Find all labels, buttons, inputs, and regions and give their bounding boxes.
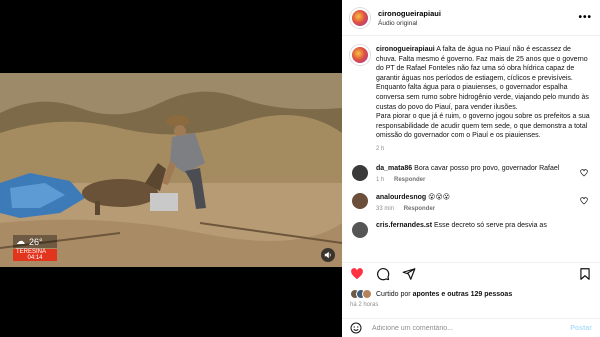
posted-time: há 2 horas bbox=[350, 302, 379, 308]
instagram-post-modal: ☁ 26° TERESINA 04:14 cironogueirapiaui Á… bbox=[0, 0, 600, 337]
add-comment-bar: Postar bbox=[342, 318, 600, 337]
comment-input[interactable] bbox=[372, 324, 571, 332]
like-comment-heart-icon[interactable] bbox=[580, 196, 588, 205]
comment-username[interactable]: analourdesnog bbox=[376, 194, 426, 201]
save-bookmark-icon[interactable] bbox=[578, 267, 592, 281]
liker-username[interactable]: apontes bbox=[413, 291, 440, 298]
commenter-avatar[interactable] bbox=[352, 192, 368, 209]
comment-item: cris.fernandes.st Esse decreto só serve … bbox=[350, 221, 592, 238]
liked-heart-icon[interactable] bbox=[350, 267, 364, 281]
post-comment-button[interactable]: Postar bbox=[570, 325, 592, 332]
caption-time: 2 h bbox=[376, 145, 385, 152]
caption-avatar[interactable] bbox=[350, 45, 370, 65]
comment-time: 1 h bbox=[376, 176, 385, 183]
caption-paragraph-3: Para piorar o que já é ruim, o governo j… bbox=[376, 113, 590, 140]
reply-button[interactable]: Responder bbox=[394, 177, 425, 183]
comments-scroll-area[interactable]: cironogueirapiaui A falta de água no Pia… bbox=[342, 37, 600, 256]
commenter-avatar[interactable] bbox=[352, 164, 368, 181]
post-header: cironogueirapiaui Áudio original ••• bbox=[342, 0, 600, 36]
speaker-icon bbox=[324, 251, 331, 259]
others-likes-link[interactable]: e outras 129 pessoas bbox=[441, 291, 512, 298]
commenter-avatar[interactable] bbox=[352, 221, 368, 238]
temperature: 26° bbox=[29, 236, 43, 247]
post-actions-bar bbox=[342, 262, 600, 284]
comment-text: Bora cavar posso pro povo, governador Ra… bbox=[414, 164, 560, 172]
caption-paragraph-2: Enquanto falta água para o piauienses, o… bbox=[376, 84, 589, 111]
audio-link[interactable]: Áudio original bbox=[378, 20, 578, 27]
profile-avatar[interactable] bbox=[350, 7, 370, 28]
emoji-icon[interactable] bbox=[350, 322, 362, 334]
comment-item: da_mata86 Bora cavar posso pro povo, gov… bbox=[350, 164, 592, 183]
caption-username[interactable]: cironogueirapiaui bbox=[376, 46, 435, 53]
comment-icon[interactable] bbox=[376, 267, 390, 281]
liker-avatar bbox=[362, 289, 372, 299]
clock-label: 04:14 bbox=[13, 255, 57, 261]
likes-summary: Curtido por apontes e outras 129 pessoas bbox=[350, 289, 512, 299]
mute-button[interactable] bbox=[321, 248, 335, 262]
post-details-panel: cironogueirapiaui Áudio original ••• cir… bbox=[342, 0, 600, 337]
more-horizontal-icon[interactable]: ••• bbox=[578, 12, 592, 23]
reply-button[interactable]: Responder bbox=[404, 206, 435, 212]
share-icon[interactable] bbox=[402, 267, 416, 281]
username-link[interactable]: cironogueirapiaui bbox=[378, 9, 578, 18]
like-comment-heart-icon[interactable] bbox=[580, 168, 588, 177]
comment-item: analourdesnog 😮😮😮 33 min Responder bbox=[350, 192, 592, 212]
likes-prefix: Curtido por bbox=[376, 290, 411, 298]
cloud-icon: ☁ bbox=[16, 236, 25, 246]
comment-username[interactable]: cris.fernandes.st bbox=[376, 222, 432, 229]
comment-text: 😮😮😮 bbox=[428, 193, 451, 201]
post-caption: cironogueirapiaui A falta de água no Pia… bbox=[350, 45, 592, 155]
comment-text: Esse decreto só serve pra desvia as bbox=[433, 221, 547, 229]
media-panel: ☁ 26° TERESINA 04:14 bbox=[0, 0, 342, 337]
comment-username[interactable]: da_mata86 bbox=[376, 165, 412, 172]
weather-overlay: ☁ 26° TERESINA 04:14 bbox=[13, 235, 57, 263]
comment-time: 33 min bbox=[376, 205, 395, 212]
